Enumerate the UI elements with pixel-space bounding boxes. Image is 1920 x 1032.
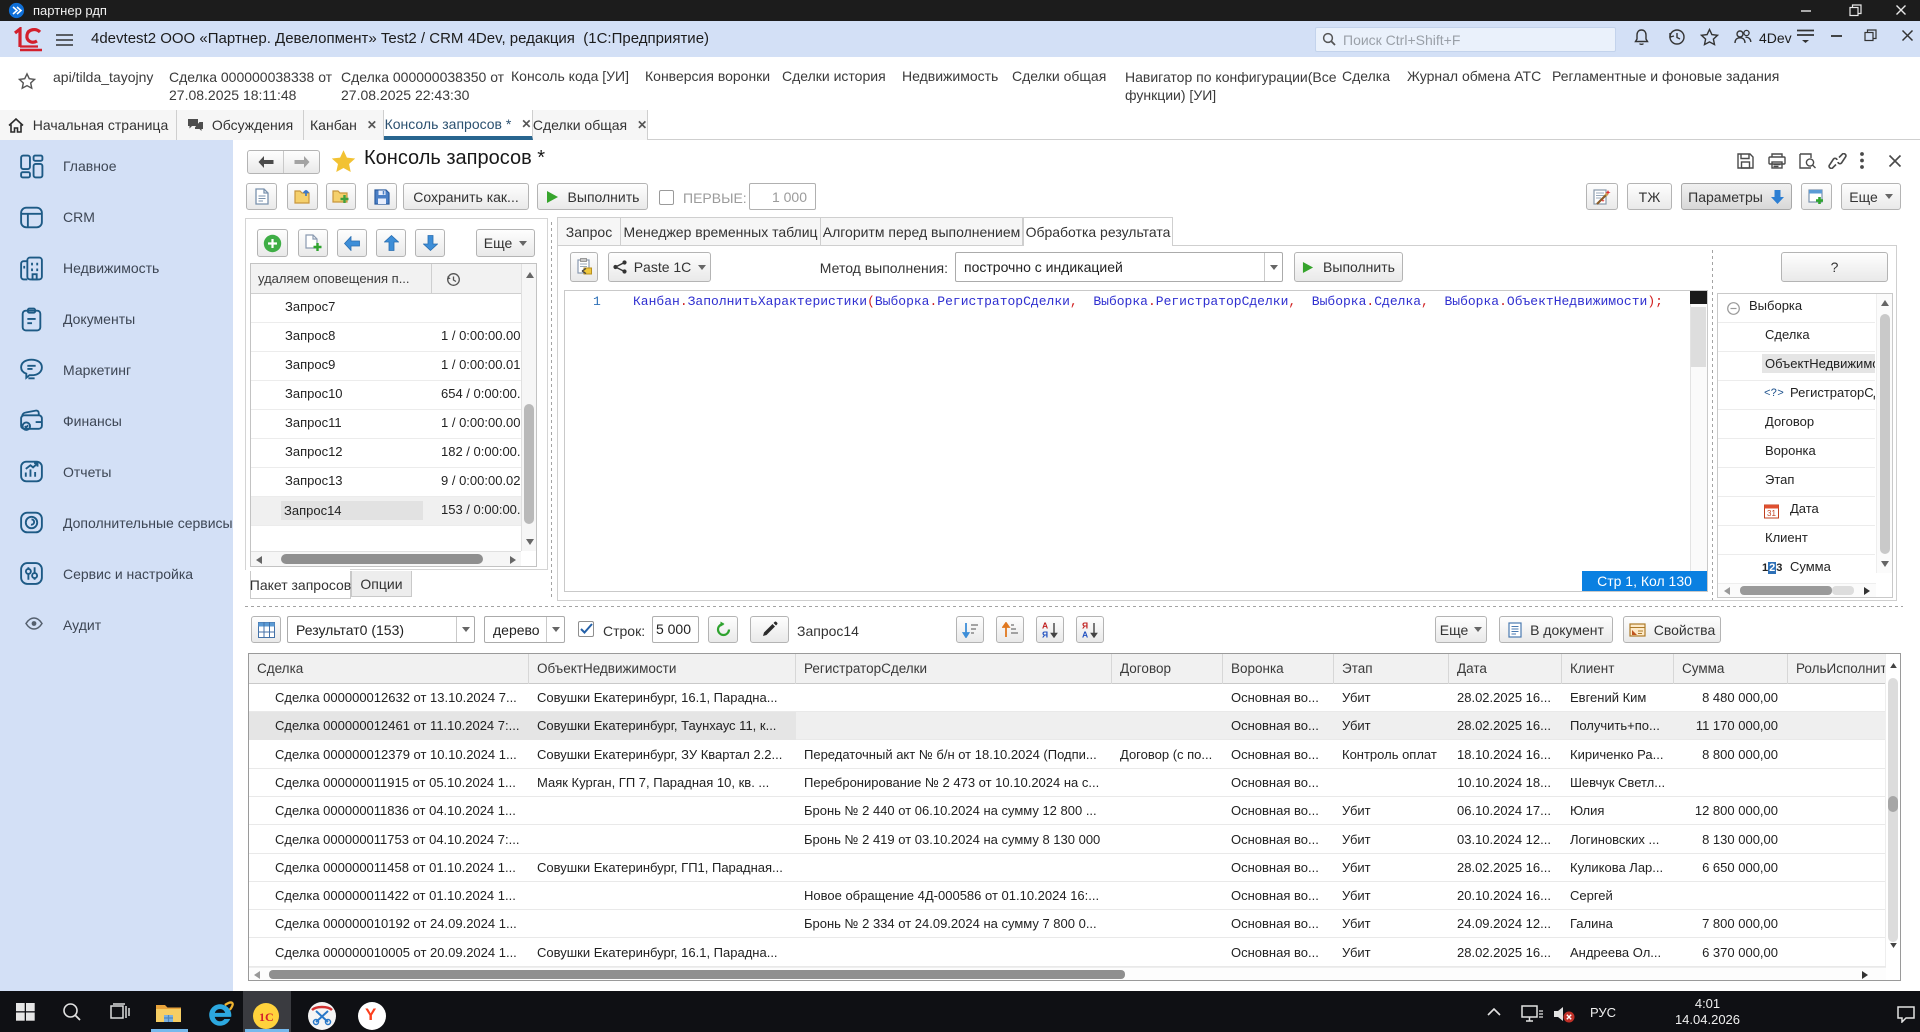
svg-text:31: 31 — [1767, 509, 1776, 518]
svg-text:Я: Я — [1042, 630, 1048, 639]
svg-text:А: А — [1082, 630, 1088, 639]
